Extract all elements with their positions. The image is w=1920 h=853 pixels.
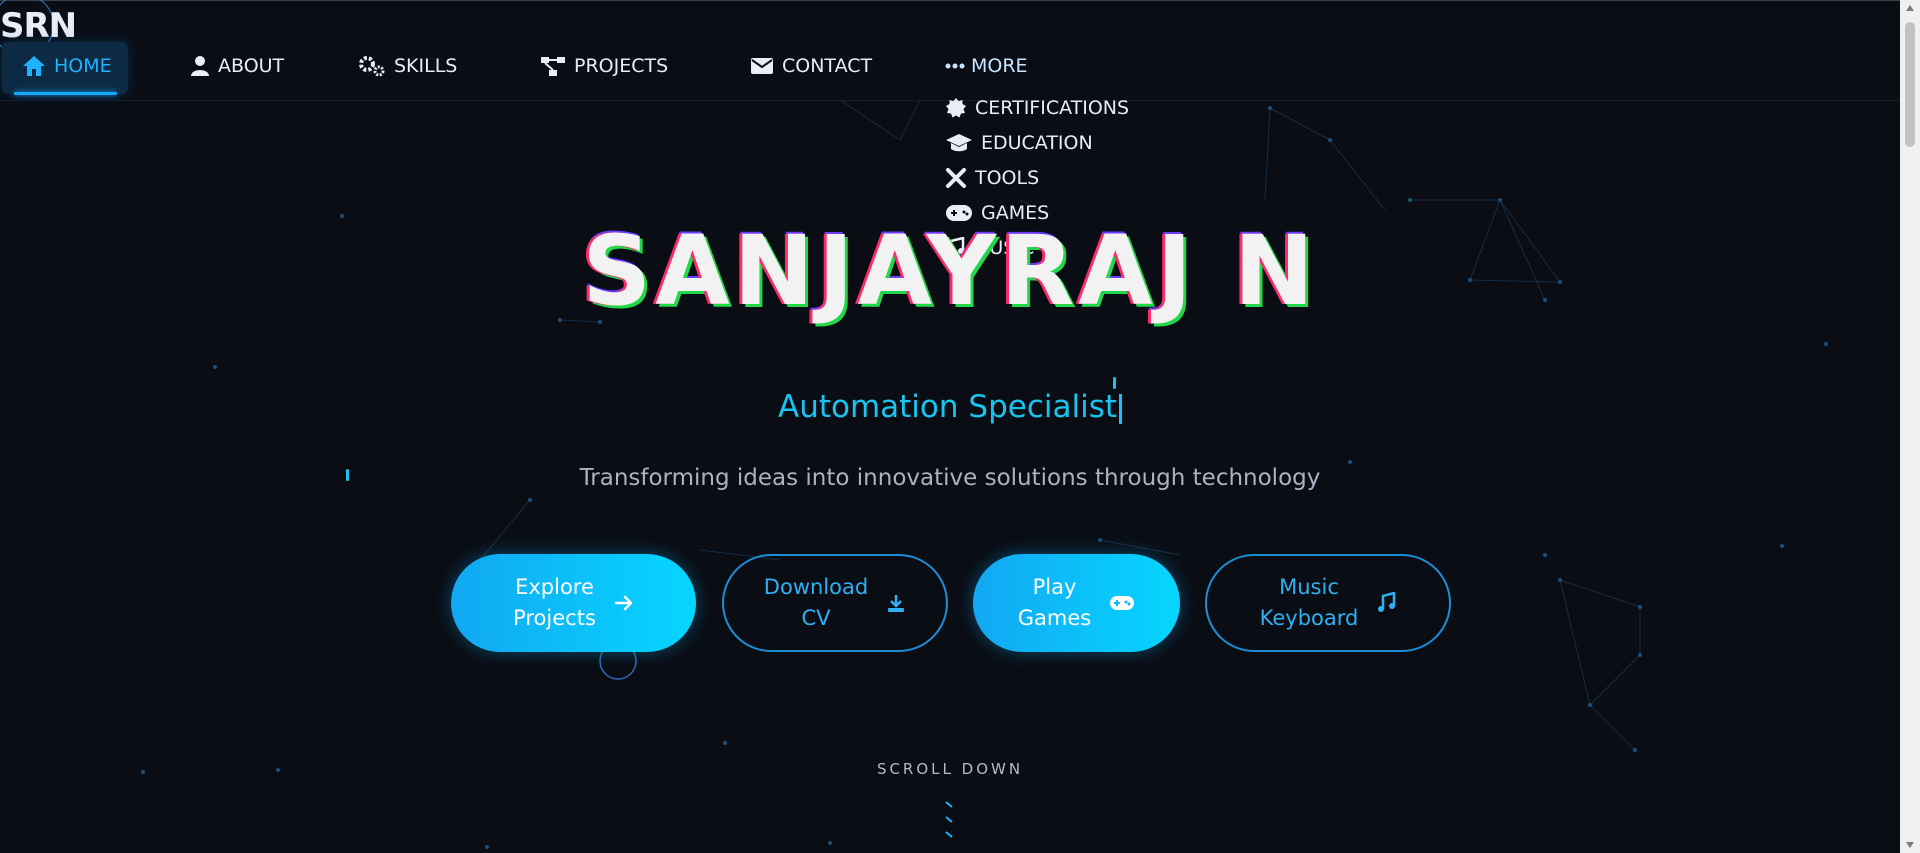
music-note-icon bbox=[1378, 592, 1396, 612]
dropdown-item-label: TOOLS bbox=[975, 166, 1040, 189]
user-icon bbox=[191, 56, 209, 76]
nav-item-label: CONTACT bbox=[782, 55, 873, 77]
arrow-right-icon bbox=[614, 595, 633, 611]
home-icon bbox=[23, 56, 45, 76]
certificate-icon bbox=[946, 97, 966, 117]
music-keyboard-button[interactable]: Music Keyboard bbox=[1205, 554, 1451, 652]
envelope-icon bbox=[751, 58, 773, 74]
typing-caret bbox=[1119, 393, 1123, 424]
scroll-down-chevrons-icon[interactable] bbox=[940, 800, 960, 850]
explore-projects-button[interactable]: Explore Projects bbox=[451, 554, 696, 652]
logo-text[interactable]: SRN bbox=[0, 6, 77, 46]
button-label-line-1: Play bbox=[1032, 575, 1077, 599]
nav-item-home[interactable]: HOME bbox=[22, 55, 112, 77]
button-label: Music Keyboard bbox=[1260, 572, 1359, 634]
hero-tagline: Transforming ideas into innovative solut… bbox=[579, 465, 1321, 491]
button-label: Play Games bbox=[1018, 572, 1091, 634]
tools-icon bbox=[946, 167, 966, 188]
nav-item-more[interactable]: MORE bbox=[945, 55, 1028, 77]
gears-icon bbox=[359, 56, 385, 77]
button-label: Explore Projects bbox=[513, 572, 596, 634]
nav-item-label: HOME bbox=[54, 55, 112, 77]
ellipsis-icon bbox=[945, 63, 965, 69]
dropdown-item-tools[interactable]: TOOLS bbox=[945, 160, 1129, 195]
download-cv-button[interactable]: Download CV bbox=[722, 554, 948, 652]
scroll-up-arrow-icon[interactable] bbox=[1905, 4, 1915, 12]
button-label-line-1: Explore bbox=[515, 575, 594, 599]
nav-item-label: PROJECTS bbox=[574, 55, 669, 77]
nav-more-label: MORE bbox=[971, 55, 1028, 77]
button-label-line-2: Games bbox=[1017, 606, 1092, 630]
dropdown-item-label: CERTIFICATIONS bbox=[975, 96, 1130, 119]
nav-item-about[interactable]: ABOUT bbox=[190, 55, 284, 77]
hero-subtitle: Automation Specialist bbox=[0, 389, 1900, 425]
button-label-line-1: Music bbox=[1279, 575, 1339, 599]
graduation-cap-icon bbox=[946, 133, 972, 151]
typed-role-text: Automation Specialist bbox=[777, 389, 1118, 425]
nav-item-projects[interactable]: PROJECTS bbox=[540, 55, 668, 77]
nav-item-label: ABOUT bbox=[218, 55, 285, 77]
page-scrollbar-thumb[interactable] bbox=[1905, 22, 1915, 147]
nav-item-skills[interactable]: SKILLS bbox=[358, 55, 457, 77]
button-label: Download CV bbox=[764, 572, 868, 634]
nav-item-contact[interactable]: CONTACT bbox=[750, 55, 872, 77]
button-label-line-2: CV bbox=[801, 606, 831, 630]
button-label-line-1: Download bbox=[763, 575, 869, 599]
nav-active-underline bbox=[14, 92, 117, 95]
dropdown-item-label: EDUCATION bbox=[981, 131, 1093, 154]
nav-item-label: SKILLS bbox=[394, 55, 458, 77]
button-label-line-2: Projects bbox=[513, 606, 596, 630]
scroll-down-label[interactable]: SCROLL DOWN bbox=[0, 760, 1900, 778]
button-label-line-2: Keyboard bbox=[1259, 606, 1359, 630]
play-games-button[interactable]: Play Games bbox=[973, 554, 1180, 652]
download-icon bbox=[888, 595, 905, 612]
gamepad-icon bbox=[1110, 596, 1135, 610]
scroll-down-arrow-icon[interactable] bbox=[1905, 841, 1915, 849]
hero-title: SANJAYRAJ N bbox=[582, 215, 1318, 327]
dropdown-item-certifications[interactable]: CERTIFICATIONS bbox=[945, 90, 1129, 125]
dropdown-item-education[interactable]: EDUCATION bbox=[945, 125, 1129, 160]
project-diagram-icon bbox=[541, 57, 565, 76]
